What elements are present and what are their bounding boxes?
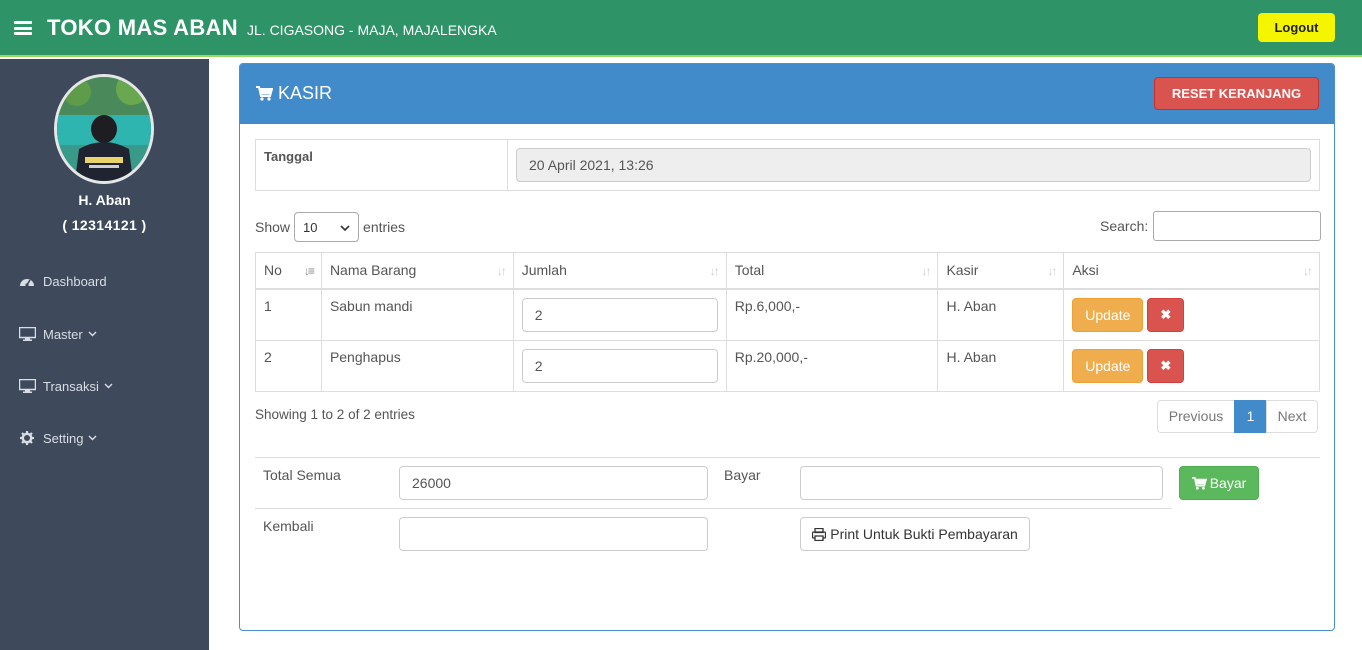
entries-select[interactable]: 10 — [294, 212, 360, 242]
column-header-aksi[interactable]: Aksi ↓↑ — [1063, 252, 1320, 290]
column-header-jumlah[interactable]: Jumlah ↓↑ — [512, 252, 727, 290]
chevron-down-icon — [88, 433, 97, 444]
sidebar-item-master[interactable]: Master — [18, 324, 97, 344]
cell-nama-barang: Penghapus — [320, 339, 514, 392]
chevron-down-icon — [88, 329, 97, 340]
chevron-down-icon — [104, 381, 113, 392]
reset-cart-button[interactable]: RESET KERANJANG — [1154, 77, 1319, 110]
column-header-kasir[interactable]: Kasir ↓↑ — [937, 252, 1065, 290]
sidebar-item-setting[interactable]: Setting — [18, 428, 97, 448]
column-header-nama-barang[interactable]: Nama Barang ↓↑ — [320, 252, 514, 290]
cell-kasir: H. Aban — [937, 339, 1065, 392]
delete-button[interactable]: ✖ — [1147, 297, 1185, 332]
table-row: 2 Penghapus 2 Rp.20,000,- H. Aban Update… — [255, 339, 1320, 392]
user-id: ( 12314121 ) — [62, 217, 147, 233]
sort-asc-icon: ↓≡ — [303, 264, 315, 278]
column-header-total[interactable]: Total ↓↑ — [725, 252, 939, 290]
total-semua-label: Total Semua — [263, 467, 341, 483]
store-address: JL. CIGASONG - MAJA, MAJALENGKA — [247, 22, 497, 38]
date-table: Tanggal — [255, 139, 1320, 191]
date-label: Tanggal — [264, 149, 313, 164]
cart-table: No ↓≡ Nama Barang ↓↑ Jumlah ↓↑ Total ↓↑ Kasi… — [255, 252, 1320, 392]
user-name: H. Aban — [78, 192, 131, 208]
divider — [255, 508, 1172, 509]
total-semua-field[interactable]: 26000 — [399, 466, 708, 500]
monitor-icon — [18, 327, 36, 341]
cell-nama-barang: Sabun mandi — [320, 288, 514, 341]
brand-title: TOKO MAS ABAN — [47, 15, 238, 40]
logout-button[interactable]: Logout — [1258, 13, 1335, 42]
sort-icon: ↓↑ — [921, 264, 931, 278]
bayar-field[interactable] — [800, 466, 1163, 500]
divider — [255, 457, 1320, 458]
cell-total: Rp.20,000,- — [725, 339, 939, 392]
sort-icon: ↓↑ — [1303, 264, 1313, 278]
update-button[interactable]: Update — [1072, 348, 1144, 383]
sidebar-item-label: Dashboard — [43, 273, 107, 289]
sort-icon: ↓↑ — [1047, 264, 1057, 278]
bayar-button[interactable]: Bayar — [1179, 466, 1259, 500]
search-input[interactable] — [1153, 211, 1322, 241]
table-search: Search: — [1100, 211, 1322, 241]
pagination-previous[interactable]: Previous — [1157, 400, 1235, 433]
hamburger-menu-icon[interactable] — [14, 21, 32, 35]
entries-label: entries — [363, 219, 406, 235]
table-row: 1 Sabun mandi 2 Rp.6,000,- H. Aban Updat… — [255, 288, 1320, 341]
panel-title-text: KASIR — [278, 83, 333, 103]
sidebar-item-transaksi[interactable]: Transaksi — [18, 376, 113, 396]
pagination-next[interactable]: Next — [1266, 400, 1318, 433]
panel-header: KASIR RESET KERANJANG — [240, 64, 1334, 124]
table-info: Showing 1 to 2 of 2 entries — [255, 407, 415, 422]
search-label: Search: — [1100, 218, 1149, 234]
cart-icon — [256, 86, 273, 101]
print-icon — [812, 527, 827, 541]
date-field — [516, 148, 1311, 182]
cell-kasir: H. Aban — [937, 288, 1065, 341]
cell-no: 2 — [255, 339, 322, 392]
print-button-label: Print Untuk Bukti Pembayaran — [830, 526, 1018, 542]
divider — [507, 140, 508, 190]
avatar — [54, 74, 154, 184]
bayar-button-label: Bayar — [1209, 475, 1247, 491]
sidebar-item-label: Transaksi — [43, 378, 99, 394]
kembali-label: Kembali — [263, 518, 314, 534]
kasir-panel: KASIR RESET KERANJANG Tanggal Show 10 en… — [239, 63, 1335, 631]
kembali-field[interactable] — [399, 517, 708, 551]
dashboard-icon — [18, 274, 36, 288]
delete-button[interactable]: ✖ — [1147, 348, 1185, 383]
sort-icon: ↓↑ — [496, 264, 507, 278]
show-label: Show — [255, 219, 291, 235]
cell-total: Rp.6,000,- — [725, 288, 939, 341]
sort-icon: ↓↑ — [709, 264, 720, 278]
cart-icon — [1191, 476, 1207, 490]
column-header-no[interactable]: No ↓≡ — [255, 252, 322, 290]
panel-title: KASIR — [256, 83, 332, 104]
sidebar-item-dashboard[interactable]: Dashboard — [18, 271, 107, 291]
chevron-down-icon — [340, 220, 350, 235]
pagination-page-current[interactable]: 1 — [1234, 400, 1267, 433]
entries-length-control: Show 10 entries — [255, 212, 405, 242]
gear-icon — [18, 431, 36, 445]
entries-select-value: 10 — [303, 219, 318, 235]
cell-no: 1 — [255, 288, 322, 341]
bayar-label: Bayar — [724, 467, 761, 483]
sidebar-item-label: Master — [43, 326, 83, 342]
quantity-input[interactable]: 2 — [521, 297, 718, 332]
update-button[interactable]: Update — [1072, 297, 1144, 332]
sidebar: H. Aban ( 12314121 ) Dashboard Master Tr… — [0, 59, 209, 650]
print-receipt-button[interactable]: Print Untuk Bukti Pembayaran — [800, 517, 1030, 551]
table-header-row: No ↓≡ Nama Barang ↓↑ Jumlah ↓↑ Total ↓↑ Kasi… — [255, 252, 1320, 290]
quantity-input[interactable]: 2 — [521, 348, 718, 383]
monitor-icon — [18, 379, 36, 393]
sidebar-item-label: Setting — [43, 430, 84, 446]
top-navbar: TOKO MAS ABAN JL. CIGASONG - MAJA, MAJAL… — [0, 0, 1362, 57]
pagination: Previous 1 Next — [1157, 400, 1318, 433]
